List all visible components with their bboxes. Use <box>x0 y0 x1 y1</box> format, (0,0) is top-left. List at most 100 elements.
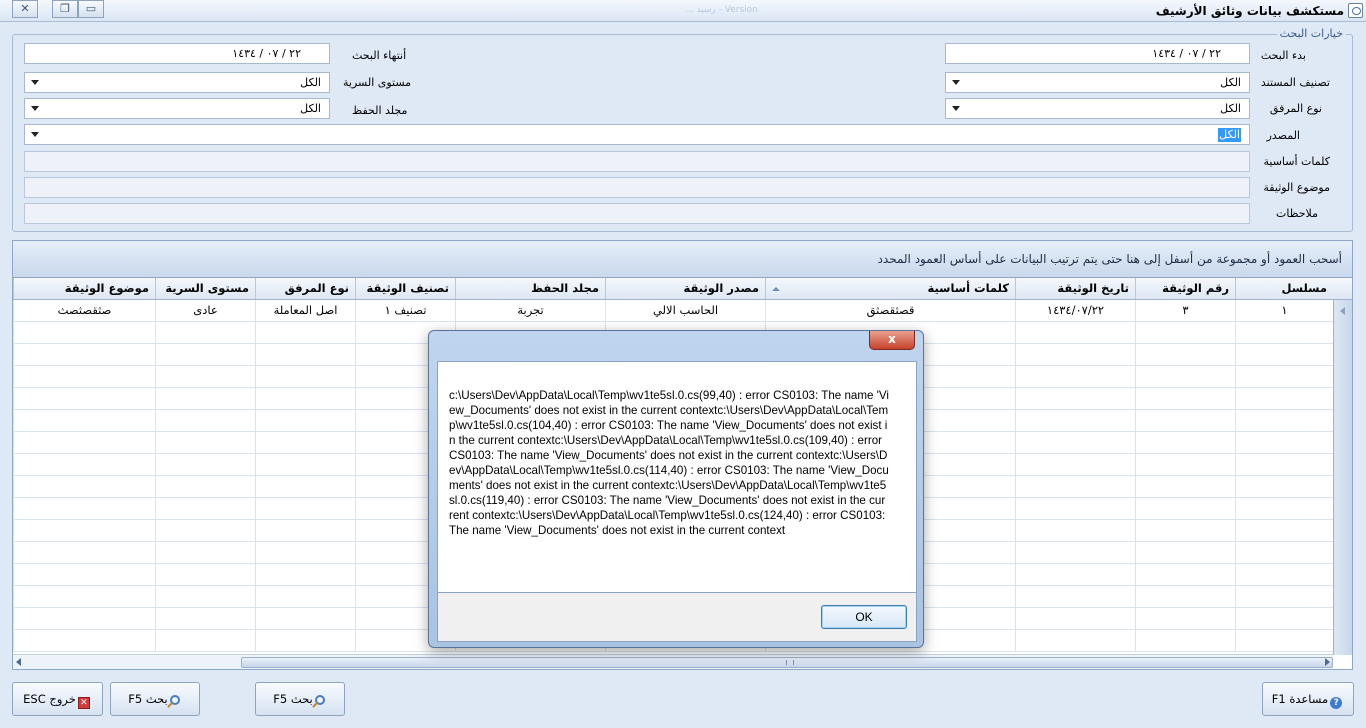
doc-class-select[interactable]: الكل <box>945 72 1250 93</box>
empty-cell <box>255 520 355 542</box>
secrecy-label: مستوى السرية <box>343 76 412 89</box>
empty-cell <box>1015 520 1135 542</box>
empty-cell <box>255 366 355 388</box>
column-header-doc-date[interactable]: تاريخ الوثيقة <box>1015 278 1135 299</box>
attach-type-select[interactable]: الكل <box>945 98 1250 119</box>
column-header-serial[interactable]: مسلسل <box>1235 278 1333 299</box>
empty-cell <box>1235 586 1333 608</box>
empty-cell <box>13 410 155 432</box>
close-window-button[interactable]: ✕ <box>12 0 38 18</box>
attach-type-label: نوع المرفق <box>1269 102 1322 115</box>
cell-doc-number: ٣ <box>1135 300 1235 322</box>
column-header-classification[interactable]: تصنيف الوثيقة <box>355 278 455 299</box>
restore-window-button[interactable]: ❐ <box>52 0 78 18</box>
empty-cell <box>255 388 355 410</box>
start-date-field[interactable]: ٢٢ / ٠٧ / ١٤٣٤ <box>945 43 1250 64</box>
source-select[interactable]: الكل <box>24 124 1250 145</box>
search-button-primary[interactable]: بحث F5 <box>255 682 345 716</box>
empty-cell <box>1135 366 1235 388</box>
cell-attach-type: اصل المعاملة <box>255 300 355 322</box>
subject-field[interactable] <box>24 177 1250 198</box>
empty-cell <box>1235 520 1333 542</box>
secrecy-select[interactable]: الكل <box>24 72 330 93</box>
source-label: المصدر <box>1266 129 1300 142</box>
empty-cell <box>1135 454 1235 476</box>
empty-cell <box>1015 608 1135 630</box>
title-bar: ✕ ❐ ▭ ... رسيد - Version مستكشف بيانات و… <box>0 0 1366 22</box>
search-icon <box>314 695 325 705</box>
empty-cell <box>155 366 255 388</box>
empty-cell <box>13 586 155 608</box>
search-button-secondary-label: بحث F5 <box>128 692 168 706</box>
empty-cell <box>13 454 155 476</box>
empty-cell <box>1015 410 1135 432</box>
horizontal-scrollbar[interactable] <box>13 654 1333 669</box>
empty-cell <box>1235 564 1333 586</box>
cell-subject: صثقصثصث <box>13 300 155 322</box>
minimize-window-button[interactable]: ▭ <box>78 0 104 18</box>
empty-cell <box>255 564 355 586</box>
empty-cell <box>1135 432 1235 454</box>
scroll-right-icon[interactable] <box>1325 658 1330 666</box>
grid-header: مسلسل رقم الوثيقة تاريخ الوثيقة كلمات أس… <box>13 278 1352 300</box>
empty-cell <box>1015 344 1135 366</box>
cell-doc-date: ١٤٣٤/٠٧/٢٢ <box>1015 300 1135 322</box>
help-button[interactable]: ?مساعدة F1 <box>1262 682 1354 716</box>
error-message: c:\Users\Dev\AppData\Local\Temp\wv1te5sl… <box>449 389 889 537</box>
empty-cell <box>1135 564 1235 586</box>
app-icon <box>1348 3 1363 18</box>
table-row[interactable]: ١ ٣ ١٤٣٤/٠٧/٢٢ قصثقصثق الحاسب الالي تجرب… <box>13 300 1333 322</box>
dialog-close-button[interactable]: x <box>869 331 915 350</box>
empty-cell <box>1015 476 1135 498</box>
doc-class-label: تصنيف المستند <box>1260 76 1330 89</box>
ok-button[interactable]: OK <box>821 605 907 629</box>
search-button-secondary[interactable]: بحث F5 <box>110 682 200 716</box>
empty-cell <box>155 498 255 520</box>
empty-cell <box>255 410 355 432</box>
column-header-secrecy[interactable]: مستوى السرية <box>155 278 255 299</box>
cell-folder: تجربة <box>455 300 605 322</box>
empty-cell <box>1135 498 1235 520</box>
empty-cell <box>255 630 355 652</box>
folder-select[interactable]: الكل <box>24 98 330 119</box>
empty-cell <box>1135 520 1235 542</box>
window-subtitle: ... رسيد - Version <box>685 5 758 15</box>
exit-button-label: خروج ESC <box>23 692 76 706</box>
exit-button[interactable]: ✕خروج ESC <box>12 682 103 716</box>
empty-cell <box>1235 542 1333 564</box>
end-date-field[interactable]: ٢٢ / ٠٧ / ١٤٣٤ <box>24 43 330 64</box>
chevron-down-icon <box>31 80 39 85</box>
empty-cell <box>1135 630 1235 652</box>
empty-cell <box>1135 476 1235 498</box>
empty-cell <box>13 366 155 388</box>
column-header-folder[interactable]: مجلد الحفظ <box>455 278 605 299</box>
column-header-attach-type[interactable]: نوع المرفق <box>255 278 355 299</box>
column-header-doc-number[interactable]: رقم الوثيقة <box>1135 278 1235 299</box>
scroll-left-icon[interactable] <box>16 658 21 666</box>
column-header-source[interactable]: مصدر الوثيقة <box>605 278 765 299</box>
empty-cell <box>13 564 155 586</box>
empty-cell <box>155 410 255 432</box>
empty-cell <box>155 630 255 652</box>
empty-cell <box>1015 498 1135 520</box>
scrollbar-thumb[interactable] <box>241 657 1333 668</box>
empty-cell <box>1235 388 1333 410</box>
column-header-keywords-label: كلمات أساسية <box>927 281 1009 295</box>
empty-cell <box>1135 586 1235 608</box>
notes-field[interactable] <box>24 203 1250 224</box>
empty-cell <box>155 322 255 344</box>
empty-cell <box>155 388 255 410</box>
window-title: مستكشف بيانات وثائق الأرشيف <box>1155 4 1344 18</box>
empty-cell <box>13 608 155 630</box>
empty-cell <box>1235 630 1333 652</box>
column-header-subject[interactable]: موضوع الوثيقة <box>13 278 155 299</box>
empty-cell <box>1015 432 1135 454</box>
cell-serial: ١ <box>1235 300 1333 322</box>
grip-icon <box>786 660 794 665</box>
group-by-panel[interactable]: أسحب العمود أو مجموعة من أسفل إلى هنا حت… <box>13 241 1352 278</box>
column-header-keywords[interactable]: كلمات أساسية <box>765 278 1015 299</box>
empty-cell <box>255 476 355 498</box>
folder-label: مجلد الحفظ <box>352 104 408 117</box>
keywords-field[interactable] <box>24 151 1250 172</box>
chevron-down-icon <box>31 106 39 111</box>
